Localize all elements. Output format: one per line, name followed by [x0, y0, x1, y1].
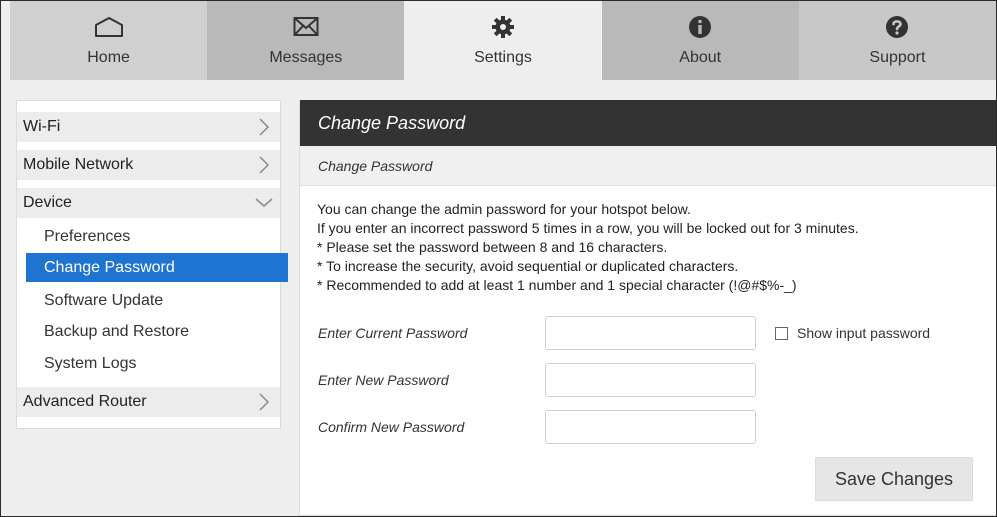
show-password-label: Show input password [797, 325, 931, 341]
description-line: You can change the admin password for yo… [317, 201, 691, 217]
sidebar-subitem-label: Backup and Restore [44, 322, 189, 340]
tab-about-label: About [679, 49, 722, 66]
change-password-panel: Change Password Change Password You can … [299, 100, 996, 516]
chevron-right-icon [248, 393, 280, 411]
show-password-checkbox[interactable] [775, 326, 788, 340]
sidebar-subitem-label: Preferences [44, 227, 131, 245]
chevron-down-icon [248, 198, 280, 208]
sidebar-item-mobile-network[interactable]: Mobile Network [17, 150, 280, 180]
page-title: Change Password [318, 112, 466, 133]
tab-support[interactable]: Support [798, 1, 996, 80]
confirm-password-input[interactable] [545, 410, 756, 444]
sidebar-subitem-software-update[interactable]: Software Update [26, 286, 288, 315]
confirm-password-label: Confirm New Password [318, 419, 465, 435]
tab-settings-label: Settings [474, 49, 532, 66]
sidebar-subitem-change-password[interactable]: Change Password [26, 253, 288, 282]
show-password-toggle[interactable]: Show input password [775, 325, 930, 341]
new-password-input[interactable] [545, 363, 756, 397]
home-icon [94, 13, 124, 41]
description-line: * To increase the security, avoid sequen… [317, 258, 739, 274]
panel-header: Change Password [300, 100, 996, 146]
sidebar-item-device[interactable]: Device [17, 188, 280, 218]
chevron-right-icon [248, 156, 280, 174]
sidebar-item-label: Advanced Router [23, 393, 147, 410]
sidebar-subitem-system-logs[interactable]: System Logs [26, 349, 288, 378]
description: You can change the admin password for yo… [317, 200, 987, 295]
sidebar-item-label: Wi-Fi [23, 118, 61, 135]
tab-settings[interactable]: Settings [404, 1, 602, 80]
question-icon [885, 13, 909, 41]
gear-icon [491, 13, 515, 41]
panel-subheader: Change Password [300, 146, 996, 186]
tab-home-label: Home [87, 49, 130, 66]
tab-messages-label: Messages [269, 49, 343, 66]
tab-support-label: Support [869, 49, 926, 66]
sidebar-subitem-label: Software Update [44, 291, 164, 309]
envelope-icon [293, 13, 319, 41]
app-frame: Home Messages Settings About Support Wi-… [0, 0, 997, 517]
sidebar-item-label: Mobile Network [23, 156, 134, 173]
info-icon [688, 13, 712, 41]
tab-messages[interactable]: Messages [207, 1, 405, 80]
description-line: If you enter an incorrect password 5 tim… [317, 220, 859, 236]
section-title: Change Password [318, 157, 433, 174]
sidebar-subitem-label: Change Password [44, 258, 175, 276]
sidebar-subitem-preferences[interactable]: Preferences [26, 222, 288, 251]
description-line: * Recommended to add at least 1 number a… [317, 277, 797, 293]
chevron-right-icon [248, 118, 280, 136]
sidebar-item-wifi[interactable]: Wi-Fi [17, 112, 280, 142]
save-changes-button[interactable]: Save Changes [815, 457, 973, 501]
top-nav: Home Messages Settings About Support [10, 1, 996, 80]
tab-about[interactable]: About [601, 1, 799, 80]
sidebar-item-label: Device [23, 194, 72, 211]
sidebar-item-advanced-router[interactable]: Advanced Router [17, 387, 280, 417]
new-password-label: Enter New Password [318, 372, 449, 388]
sidebar-subitem-label: System Logs [44, 354, 137, 372]
current-password-label: Enter Current Password [318, 325, 468, 341]
description-line: * Please set the password between 8 and … [317, 239, 668, 255]
current-password-input[interactable] [545, 316, 756, 350]
sidebar-subitem-backup-restore[interactable]: Backup and Restore [26, 317, 288, 346]
tab-home[interactable]: Home [10, 1, 208, 80]
settings-sidebar: Wi-Fi Mobile Network Device Preferences … [16, 100, 288, 429]
